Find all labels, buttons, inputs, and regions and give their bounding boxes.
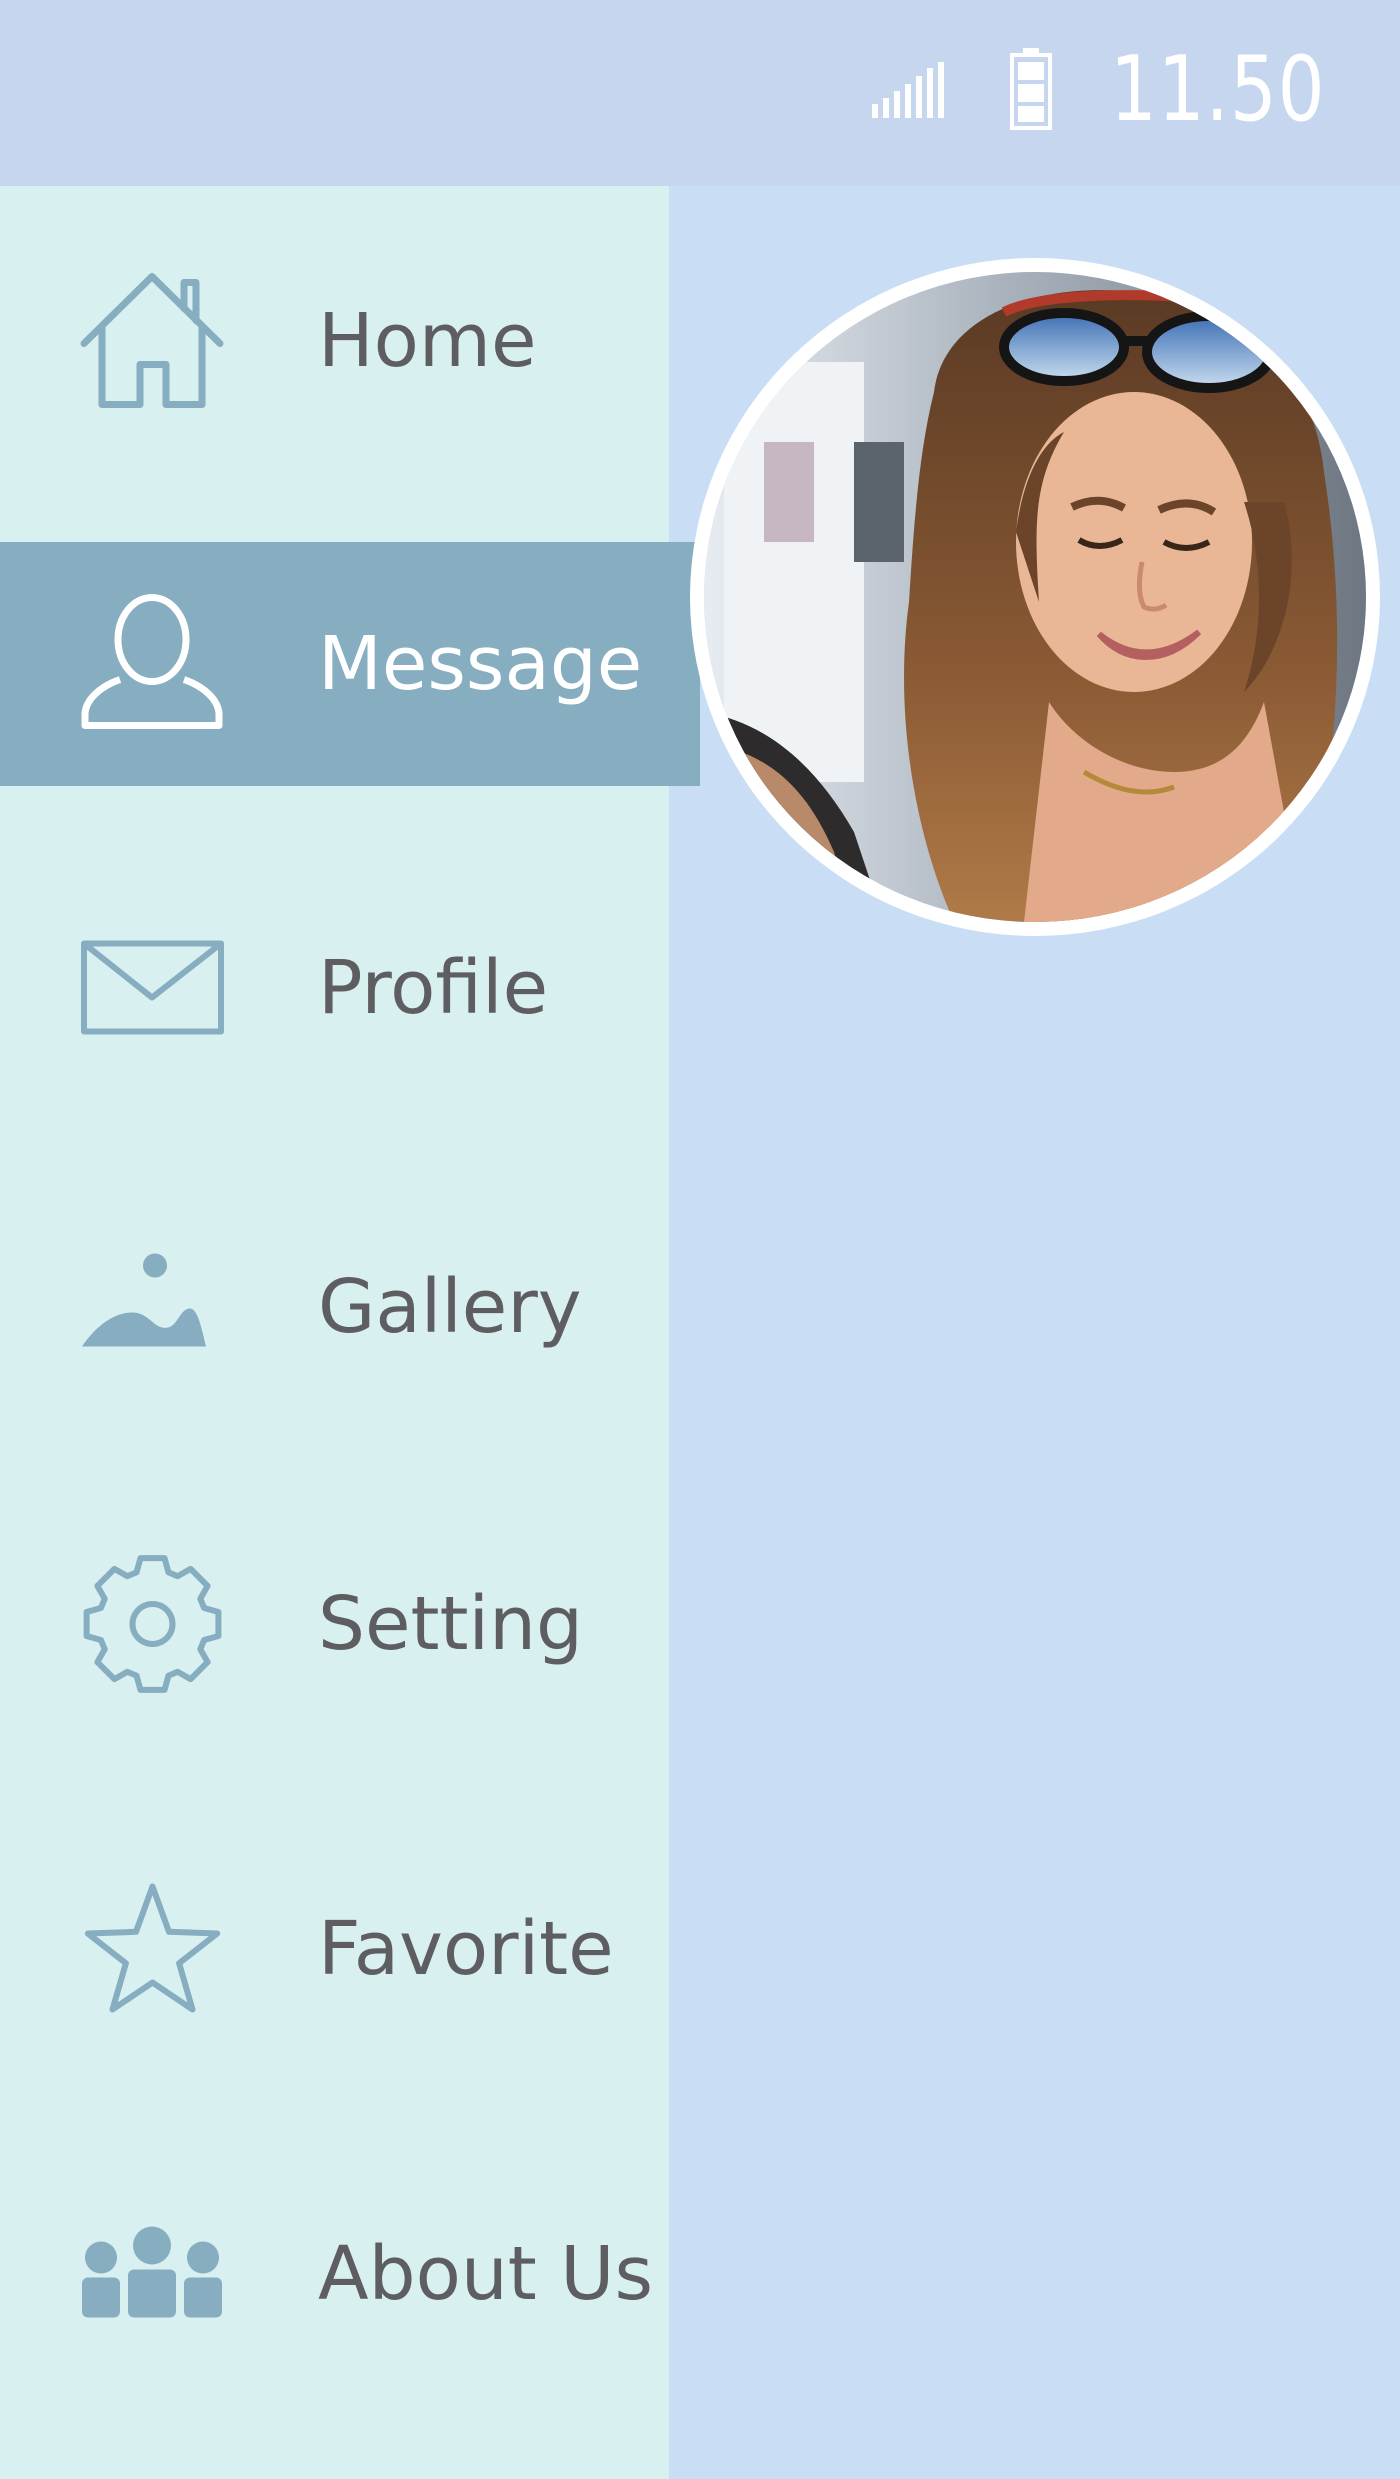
profile-photo bbox=[704, 272, 1366, 922]
menu-item-label: Home bbox=[318, 298, 537, 384]
home-icon bbox=[80, 269, 225, 414]
status-time: 11.50 bbox=[1110, 37, 1326, 142]
avatar[interactable] bbox=[690, 258, 1380, 936]
menu-item-label: Message bbox=[318, 621, 643, 707]
menu-item-label: Setting bbox=[318, 1581, 583, 1667]
envelope-icon bbox=[80, 916, 225, 1061]
navigation-drawer: Home Message Profile Gallery Setting Fav… bbox=[0, 186, 700, 2479]
menu-item-about-us[interactable]: About Us bbox=[0, 2152, 700, 2396]
menu-item-label: Favorite bbox=[318, 1906, 614, 1992]
user-icon bbox=[80, 592, 225, 737]
menu-item-setting[interactable]: Setting bbox=[0, 1502, 700, 1746]
battery-icon bbox=[1010, 48, 1052, 130]
menu-item-favorite[interactable]: Favorite bbox=[0, 1827, 700, 2071]
signal-bars-icon bbox=[872, 62, 944, 118]
menu-item-label: About Us bbox=[318, 2231, 654, 2317]
status-bar: 11.50 bbox=[0, 0, 1400, 186]
group-icon bbox=[80, 2202, 225, 2347]
menu-item-home[interactable]: Home bbox=[0, 219, 700, 463]
gear-icon bbox=[80, 1552, 225, 1697]
menu-item-message[interactable]: Message bbox=[0, 542, 700, 786]
menu-item-label: Profile bbox=[318, 945, 549, 1031]
landscape-icon bbox=[80, 1235, 225, 1380]
menu-item-profile[interactable]: Profile bbox=[0, 866, 700, 1110]
menu-item-label: Gallery bbox=[318, 1264, 582, 1350]
menu-item-gallery[interactable]: Gallery bbox=[0, 1185, 700, 1429]
star-icon bbox=[80, 1877, 225, 2022]
